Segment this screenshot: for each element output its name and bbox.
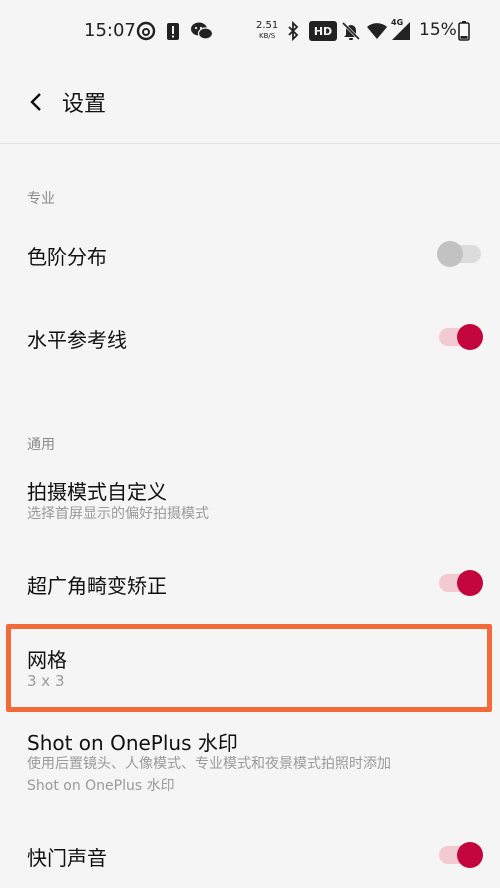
battery-percent: 15%	[419, 20, 457, 40]
network-speed: 2.51 KB/S	[256, 21, 278, 41]
setting-subtitle-line2: Shot on OnePlus 水印	[27, 778, 175, 794]
section-label-pro: 专业	[27, 191, 55, 207]
hd-badge: HD	[309, 21, 337, 41]
highlight-frame	[6, 624, 492, 712]
toggle-knob	[437, 241, 463, 267]
color-levels-toggle[interactable]	[437, 241, 483, 267]
shutter-sound-toggle[interactable]	[437, 842, 483, 868]
bluetooth-icon	[286, 20, 300, 42]
setting-title: 超广角畸变矫正	[27, 574, 167, 598]
back-button[interactable]	[22, 88, 50, 116]
setting-title: 拍摄模式自定义	[27, 480, 167, 504]
setting-subtitle: 选择首屏显示的偏好拍摄模式	[27, 506, 209, 522]
status-time: 15:07	[84, 20, 136, 41]
toggle-knob	[457, 570, 483, 596]
setting-title: 快门声音	[27, 846, 107, 870]
header-divider	[0, 143, 500, 144]
page-title: 设置	[62, 92, 107, 117]
setting-title: 水平参考线	[27, 328, 127, 352]
setting-title: 色阶分布	[27, 245, 107, 269]
network-type: 4G	[391, 18, 404, 27]
alert-icon	[166, 20, 180, 42]
network-speed-value: 2.51	[256, 20, 279, 31]
netease-music-icon	[136, 20, 156, 42]
network-speed-unit: KB/S	[259, 32, 276, 40]
mute-notification-icon	[341, 20, 361, 42]
setting-subtitle: 使用后置镜头、人像模式、专业模式和夜景模式拍照时添加	[27, 756, 391, 772]
toggle-knob	[457, 324, 483, 350]
wechat-icon	[190, 20, 214, 42]
chevron-left-icon	[30, 93, 41, 111]
app-header: 设置	[0, 64, 500, 144]
setting-title: Shot on OnePlus 水印	[27, 731, 238, 755]
ultrawide-correction-toggle[interactable]	[437, 570, 483, 596]
status-bar: 15:07 2.51 KB/S HD 4G 15%	[0, 0, 500, 64]
level-guide-toggle[interactable]	[437, 324, 483, 350]
battery-icon	[458, 20, 470, 42]
section-label-general: 通用	[27, 437, 55, 453]
wifi-icon	[366, 20, 388, 42]
toggle-knob	[457, 842, 483, 868]
